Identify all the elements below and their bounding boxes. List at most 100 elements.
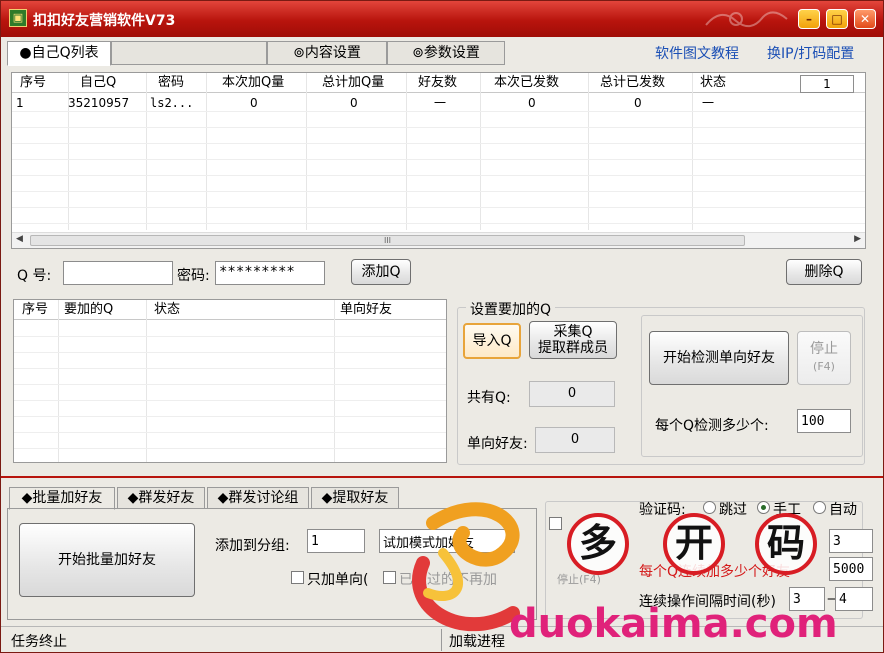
maximize-button[interactable]: □ xyxy=(826,9,848,29)
tab-extract-friends[interactable]: ◆提取好友 xyxy=(311,487,399,509)
row-line xyxy=(14,416,446,417)
row-line xyxy=(14,352,446,353)
cell-friend-count: 一 xyxy=(434,96,447,110)
cell-index: 1 xyxy=(16,96,24,110)
setting-row1-input[interactable] xyxy=(829,529,873,553)
cell-status: 一 xyxy=(702,96,715,110)
option-checkbox[interactable] xyxy=(549,517,562,530)
col-status[interactable]: 状态 xyxy=(700,73,726,93)
add-qq-button[interactable]: 添加Q xyxy=(351,259,411,285)
row-line xyxy=(14,368,446,369)
col-session-sent[interactable]: 本次已发数 xyxy=(494,73,559,93)
import-qq-label: 导入Q xyxy=(472,333,512,349)
col-password[interactable]: 密码 xyxy=(158,73,184,93)
col-target-index[interactable]: 序号 xyxy=(22,300,48,320)
watermark-char-1: 多 xyxy=(567,513,629,575)
oneway-only-checkbox[interactable] xyxy=(291,571,304,584)
per-check-label: 每个Q检测多少个: xyxy=(655,418,769,434)
minimize-button[interactable]: – xyxy=(798,9,820,29)
account-grid-header: 序号 自己Q 密码 本次加Q量 总计加Q量 好友数 本次已发数 总计已发数 状态 xyxy=(12,73,865,93)
row-line xyxy=(12,175,865,176)
start-batch-add-label: 开始批量加好友 xyxy=(58,552,156,568)
row-line xyxy=(12,191,865,192)
cell-session-added: 0 xyxy=(250,96,258,110)
change-ip-link[interactable]: 换IP/打码配置 xyxy=(767,43,854,63)
captcha-auto-radio[interactable] xyxy=(813,501,826,514)
password-input[interactable]: ********* xyxy=(215,261,325,285)
account-spin-box[interactable]: 1 xyxy=(800,75,854,93)
status-left: 任务终止 xyxy=(11,634,67,650)
oneway-friend-value: 0 xyxy=(535,427,615,453)
col-total-added[interactable]: 总计加Q量 xyxy=(322,73,384,93)
cell-total-sent: 0 xyxy=(634,96,642,110)
target-grid-header: 序号 要加的Q 状态 单向好友 xyxy=(14,300,446,320)
scroll-left-icon[interactable]: ◀ xyxy=(16,234,23,244)
tab-content-settings[interactable]: ⊚内容设置 xyxy=(267,41,387,65)
col-target-qq[interactable]: 要加的Q xyxy=(64,300,113,320)
tab-batch-add[interactable]: ◆批量加好友 xyxy=(9,487,115,510)
qq-input[interactable] xyxy=(63,261,173,285)
start-check-label: 开始检测单向好友 xyxy=(663,350,775,366)
cell-own-qq: 35210957 xyxy=(68,96,130,110)
grid-divider xyxy=(146,300,147,462)
col-own-qq[interactable]: 自己Q xyxy=(80,73,116,93)
row-line xyxy=(12,111,865,112)
app-seal-icon: ▣ xyxy=(9,9,27,27)
stop-check-hotkey: (F4) xyxy=(813,360,835,373)
per-check-input[interactable] xyxy=(797,409,851,433)
delete-qq-button[interactable]: 删除Q xyxy=(786,259,862,285)
watermark-url: duokaima.com xyxy=(509,601,838,647)
col-target-status[interactable]: 状态 xyxy=(154,300,180,320)
add-qq-label: 添加Q xyxy=(361,264,401,280)
password-label: 密码: xyxy=(177,268,210,284)
per-q-add-input[interactable] xyxy=(829,557,873,581)
total-q-value: 0 xyxy=(529,381,615,407)
cloud-swirl-icon xyxy=(705,11,788,28)
account-grid[interactable]: 序号 自己Q 密码 本次加Q量 总计加Q量 好友数 本次已发数 总计已发数 状态… xyxy=(11,72,866,249)
tutorial-link[interactable]: 软件图文教程 xyxy=(655,43,739,63)
collect-qq-button[interactable]: 采集Q 提取群成员 xyxy=(529,321,617,359)
row-line xyxy=(14,448,446,449)
collect-members-label: 提取群成员 xyxy=(538,340,608,356)
col-session-added[interactable]: 本次加Q量 xyxy=(222,73,284,93)
captcha-skip-label: 跳过 xyxy=(719,502,747,518)
interval-to-input[interactable] xyxy=(835,587,873,611)
import-qq-button[interactable]: 导入Q xyxy=(463,323,521,359)
window-title: 扣扣好友营销软件V73 xyxy=(33,13,176,29)
col-index[interactable]: 序号 xyxy=(20,73,46,93)
captcha-skip-radio[interactable] xyxy=(703,501,716,514)
tab-blank[interactable] xyxy=(111,41,267,65)
cell-total-added: 0 xyxy=(350,96,358,110)
col-target-oneway[interactable]: 单向好友 xyxy=(340,300,392,320)
captcha-auto-label: 自动 xyxy=(829,502,857,518)
grid-divider xyxy=(334,300,335,462)
watermark-char-2: 开 xyxy=(663,513,725,575)
col-total-sent[interactable]: 总计已发数 xyxy=(600,73,665,93)
scroll-thumb[interactable]: III xyxy=(30,235,745,246)
row-line xyxy=(14,384,446,385)
table-row[interactable]: 1 35210957 ls2... 0 0 一 0 0 一 xyxy=(12,95,865,111)
title-bar[interactable]: ▣ 扣扣好友营销软件V73 – □ ✕ xyxy=(1,1,883,37)
start-batch-add-button[interactable]: 开始批量加好友 xyxy=(19,523,195,597)
tab-own-accounts[interactable]: ●自己Q列表 xyxy=(7,41,111,66)
captcha-manual-radio[interactable] xyxy=(757,501,770,514)
stop-check-button[interactable]: 停止 (F4) xyxy=(797,331,851,385)
delete-qq-label: 删除Q xyxy=(804,264,844,280)
close-button[interactable]: ✕ xyxy=(854,9,876,29)
tab-mass-discussion[interactable]: ◆群发讨论组 xyxy=(207,487,309,509)
cell-password: ls2... xyxy=(150,96,194,110)
tab-mass-friends[interactable]: ◆群发好友 xyxy=(117,487,205,509)
target-grid[interactable]: 序号 要加的Q 状态 单向好友 xyxy=(13,299,447,463)
col-friend-count[interactable]: 好友数 xyxy=(418,73,457,93)
scroll-right-icon[interactable]: ▶ xyxy=(854,234,861,244)
group-input[interactable] xyxy=(307,529,365,553)
tab-param-settings[interactable]: ⊚参数设置 xyxy=(387,41,505,65)
start-check-button[interactable]: 开始检测单向好友 xyxy=(649,331,789,385)
row-line xyxy=(14,400,446,401)
qq-label: Q 号: xyxy=(17,268,52,284)
row-line xyxy=(14,432,446,433)
row-line xyxy=(12,207,865,208)
oneway-friend-label: 单向好友: xyxy=(467,436,528,452)
account-grid-scrollbar[interactable]: ◀ III ▶ xyxy=(12,232,865,248)
section-divider xyxy=(1,476,883,478)
